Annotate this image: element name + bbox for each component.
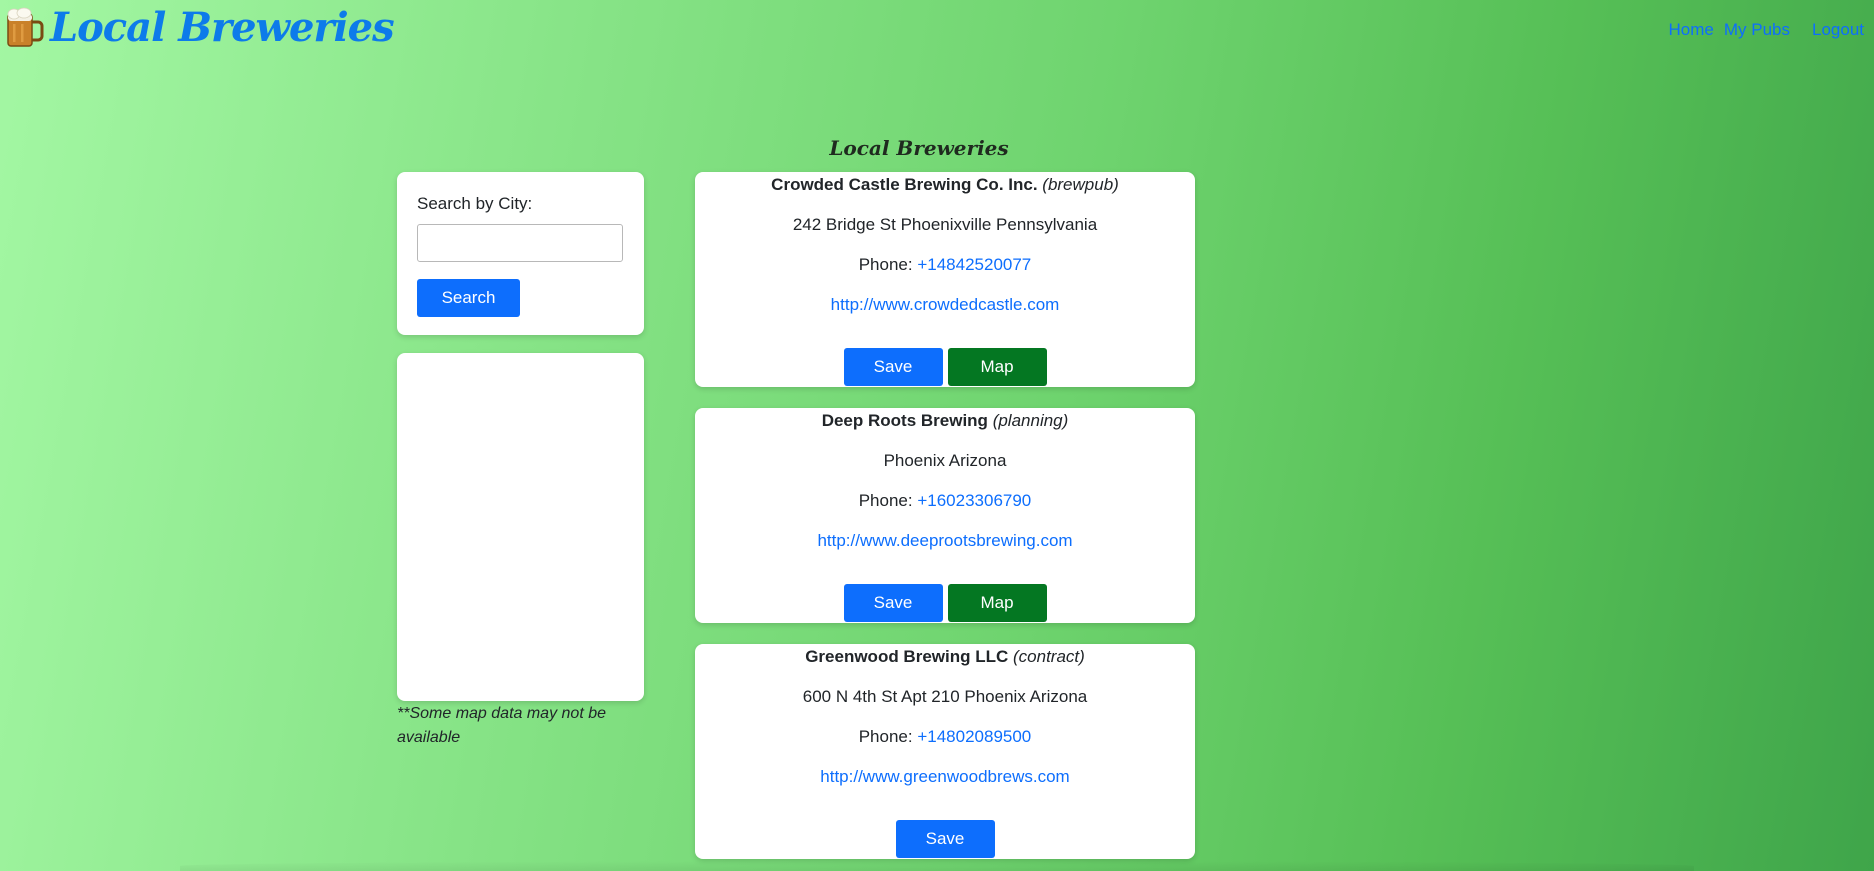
phone-link[interactable]: +14842520077 bbox=[917, 255, 1031, 274]
brewery-address: 600 N 4th St Apt 210 Phoenix Arizona bbox=[802, 687, 1088, 706]
brewery-actions: Save Map bbox=[695, 348, 1195, 386]
brewery-website-line: http://www.crowdedcastle.com bbox=[695, 295, 1195, 315]
brewery-address: Phoenix Arizona bbox=[883, 451, 1007, 470]
phone-label: Phone: bbox=[858, 491, 918, 510]
brewery-title: Crowded Castle Brewing Co. Inc. (brewpub… bbox=[695, 175, 1195, 195]
brand-title[interactable]: Local Breweries bbox=[50, 4, 395, 52]
nav-my-pubs-link[interactable]: My Pubs bbox=[1724, 20, 1790, 40]
nav-home-link[interactable]: Home bbox=[1669, 20, 1714, 40]
brewery-phone-line: Phone: +14802089500 bbox=[695, 727, 1195, 747]
website-link[interactable]: http://www.greenwoodbrews.com bbox=[820, 767, 1069, 786]
brewery-phone-line: Phone: +14842520077 bbox=[695, 255, 1195, 275]
brewery-actions: Save Map bbox=[695, 584, 1195, 622]
brewery-name: Deep Roots Brewing bbox=[821, 411, 988, 430]
map-panel[interactable] bbox=[397, 353, 644, 701]
phone-label: Phone: bbox=[858, 727, 918, 746]
brewery-title: Greenwood Brewing LLC (contract) bbox=[695, 647, 1195, 667]
brewery-address: 242 Bridge St Phoenixville Pennsylvania bbox=[792, 215, 1098, 234]
phone-link[interactable]: +16023306790 bbox=[917, 491, 1031, 510]
top-nav: Home My Pubs Logout bbox=[1659, 20, 1865, 40]
brewery-type: (planning) bbox=[992, 411, 1069, 430]
page-title: Local Breweries bbox=[829, 136, 1009, 160]
save-button[interactable]: Save bbox=[895, 820, 995, 858]
map-button[interactable]: Map bbox=[947, 584, 1047, 622]
save-button[interactable]: Save bbox=[843, 348, 943, 386]
page-bottom-shadow bbox=[180, 861, 1694, 871]
brewery-title: Deep Roots Brewing (planning) bbox=[695, 411, 1195, 431]
city-search-input[interactable] bbox=[417, 224, 623, 262]
brewery-name: Greenwood Brewing LLC bbox=[805, 647, 1009, 666]
search-label: Search by City: bbox=[417, 194, 533, 213]
beer-mug-icon bbox=[4, 4, 44, 52]
map-button[interactable]: Map bbox=[947, 348, 1047, 386]
search-card: Search by City: Search bbox=[397, 172, 644, 335]
brewery-type: (brewpub) bbox=[1042, 175, 1119, 194]
brewery-type: (contract) bbox=[1013, 647, 1085, 666]
brewery-website-line: http://www.greenwoodbrews.com bbox=[695, 767, 1195, 787]
phone-link[interactable]: +14802089500 bbox=[917, 727, 1031, 746]
brewery-actions: Save bbox=[695, 820, 1195, 858]
brewery-card: Deep Roots Brewing (planning) Phoenix Ar… bbox=[695, 408, 1195, 623]
save-button[interactable]: Save bbox=[843, 584, 943, 622]
phone-label: Phone: bbox=[858, 255, 918, 274]
nav-logout-link[interactable]: Logout bbox=[1812, 20, 1864, 40]
website-link[interactable]: http://www.deeprootsbrewing.com bbox=[817, 531, 1072, 550]
map-disclaimer: **Some map data may not be available bbox=[397, 705, 607, 746]
website-link[interactable]: http://www.crowdedcastle.com bbox=[831, 295, 1060, 314]
brewery-website-line: http://www.deeprootsbrewing.com bbox=[695, 531, 1195, 551]
brewery-card: Greenwood Brewing LLC (contract) 600 N 4… bbox=[695, 644, 1195, 859]
brewery-phone-line: Phone: +16023306790 bbox=[695, 491, 1195, 511]
brand: Local Breweries bbox=[4, 4, 395, 52]
search-button[interactable]: Search bbox=[417, 279, 520, 317]
brewery-card: Crowded Castle Brewing Co. Inc. (brewpub… bbox=[695, 172, 1195, 387]
brewery-name: Crowded Castle Brewing Co. Inc. bbox=[771, 175, 1038, 194]
